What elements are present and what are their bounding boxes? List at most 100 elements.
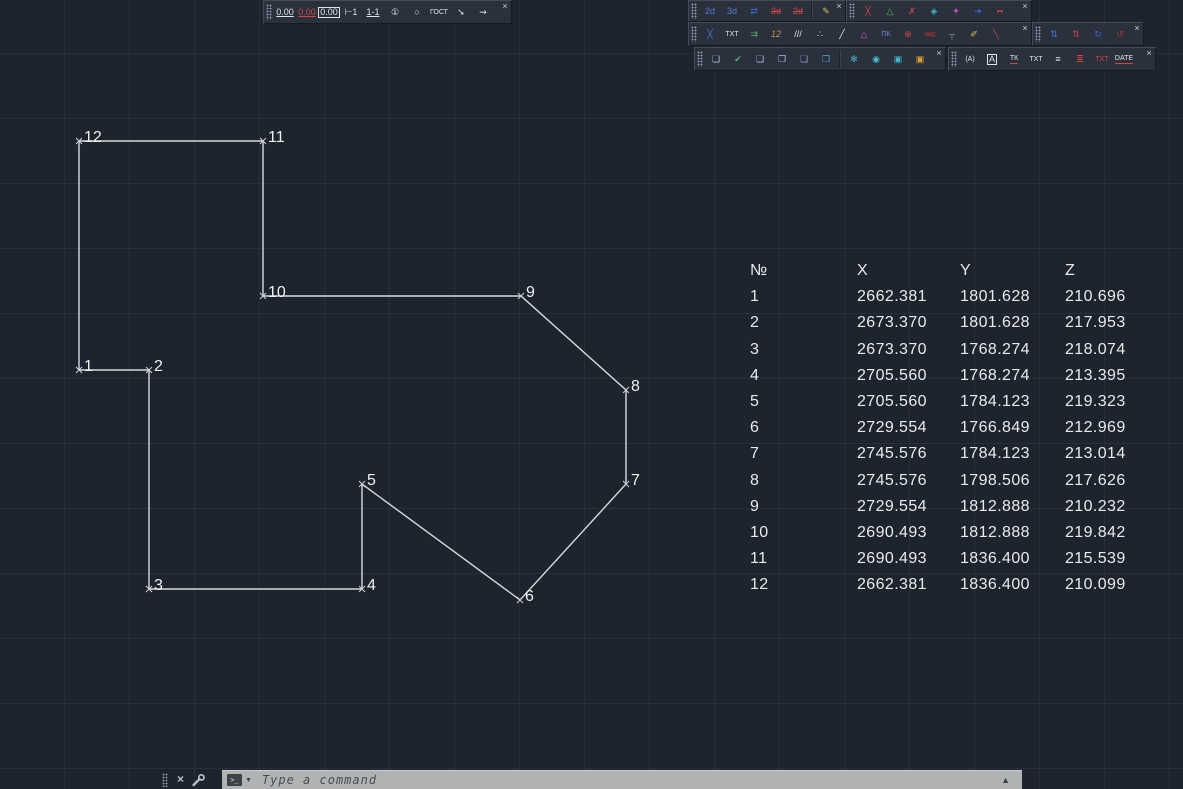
intersection-points-icon[interactable]: ╳ [857,2,879,21]
toolbar-close-icon[interactable]: × [934,48,944,58]
table-cell[interactable]: 213.014 [1065,441,1155,467]
node-number-icon[interactable]: ① [384,3,406,22]
toolbar-grip[interactable] [697,51,703,67]
point-label-icon[interactable]: TXT [721,25,743,44]
points-sequence-icon[interactable]: ➜ [967,2,989,21]
table-cell[interactable]: 2690.493 [857,520,960,546]
toolbar-grip[interactable] [951,51,957,67]
table-cell[interactable]: 2745.576 [857,468,960,494]
layer-walk-icon[interactable]: ❏ [793,50,815,69]
point-cloud-icon[interactable]: ∴ [809,25,831,44]
toolbar-grip[interactable] [1035,26,1041,42]
layer-on-all-icon[interactable]: ✔ [727,50,749,69]
command-prompt-icon[interactable]: >_ [227,774,242,786]
table-cell[interactable]: 217.626 [1065,468,1155,494]
table-cell[interactable]: 1768.274 [960,363,1065,389]
vertex-label[interactable]: 1 [84,358,93,375]
parallel-lines-icon[interactable]: /// [787,25,809,44]
table-cell[interactable]: 7 [750,441,857,467]
table-cell[interactable]: 2673.370 [857,337,960,363]
table-cell[interactable]: 2745.576 [857,441,960,467]
line-slash-icon[interactable]: ╲ [985,25,1007,44]
table-cell[interactable]: 2729.554 [857,415,960,441]
table-cell[interactable]: 1 [750,284,857,310]
table-header-cell[interactable]: № [750,258,857,284]
toolbar-close-icon[interactable]: × [1132,23,1142,33]
table-cell[interactable]: 1766.849 [960,415,1065,441]
table-cell[interactable]: 1768.274 [960,337,1065,363]
table-header-cell[interactable]: X [857,258,960,284]
table-cell[interactable]: 2 [750,310,857,336]
pk-station-icon[interactable]: ПК [875,25,897,44]
vertex-label[interactable]: 6 [525,588,534,605]
convert-2d-icon[interactable]: 2d [699,2,721,21]
layer-freeze-icon[interactable]: ✻ [843,50,865,69]
table-cell[interactable]: 219.323 [1065,389,1155,415]
layer-copy-objects-icon[interactable]: ❐ [771,50,793,69]
vertex-label[interactable]: 12 [84,129,102,146]
drawing-canvas[interactable]: 123456789101112 №XYZ12662.3811801.628210… [0,0,1183,789]
text-table-icon[interactable]: ≣ [1069,50,1091,69]
table-cell[interactable]: 212.969 [1065,415,1155,441]
vertex-label[interactable]: 3 [154,577,163,594]
table-cell[interactable]: 210.099 [1065,572,1155,598]
level-frame-icon[interactable]: 0.00 [318,3,340,22]
table-cell[interactable]: 1801.628 [960,310,1065,336]
vertex-label[interactable]: 9 [526,284,535,301]
table-cell[interactable]: 10 [750,520,857,546]
elevation-arrow-icon[interactable]: 0.00 [296,3,318,22]
table-cell[interactable]: 1812.888 [960,520,1065,546]
triangle-net-icon[interactable]: △ [879,2,901,21]
vertex-label[interactable]: 11 [268,129,285,146]
table-cell[interactable]: 215.539 [1065,546,1155,572]
delete-point-icon[interactable]: ✗ [901,2,923,21]
leader-mark-icon[interactable]: ⊢1 [340,3,362,22]
slope-hatch-icon[interactable]: ⋘ [919,25,941,44]
table-cell[interactable]: 1836.400 [960,572,1065,598]
move-point-icon[interactable]: ◈ [923,2,945,21]
table-cell[interactable]: 219.842 [1065,520,1155,546]
table-cell[interactable]: 2690.493 [857,546,960,572]
layer-set-current-icon[interactable]: ❏ [749,50,771,69]
merge-arrows-icon[interactable]: ⇄ [743,2,765,21]
table-cell[interactable]: 218.074 [1065,337,1155,363]
vertex-marker[interactable] [517,597,523,603]
levels-swap-icon[interactable]: ⇅ [1043,25,1065,44]
toolbar-grip[interactable] [691,3,697,19]
coordinate-table[interactable]: №XYZ12662.3811801.628210.69622673.370180… [750,258,1155,598]
table-cell[interactable]: 11 [750,546,857,572]
vertex-label[interactable]: 4 [367,577,376,594]
layer-match-icon[interactable]: ❐ [815,50,837,69]
table-cell[interactable]: 1798.506 [960,468,1065,494]
table-cell[interactable]: 2729.554 [857,494,960,520]
position-leader-icon[interactable]: ○ [406,3,428,22]
toolbar-close-icon[interactable]: × [1144,48,1154,58]
table-cell[interactable]: 1801.628 [960,284,1065,310]
table-cell[interactable]: 8 [750,468,857,494]
bend-leader-icon[interactable]: ➘ [450,3,472,22]
command-dock-close-icon[interactable]: × [177,770,184,789]
cross-section-icon[interactable]: ╳ [699,25,721,44]
layer-lock-icon[interactable]: ▣ [887,50,909,69]
toolbar-grip[interactable] [266,4,272,20]
table-cell[interactable]: 9 [750,494,857,520]
strike-2d-icon[interactable]: 2d [787,2,809,21]
table-cell[interactable]: 1812.888 [960,494,1065,520]
text-date-icon[interactable]: DATE [1113,50,1135,69]
table-cell[interactable]: 2673.370 [857,310,960,336]
text-boxed-icon[interactable]: A [981,50,1003,69]
vertex-label[interactable]: 10 [268,284,286,301]
toolbar-close-icon[interactable]: × [1020,1,1030,11]
layer-edit-icon[interactable]: ❏ [705,50,727,69]
rotate-ccw-icon[interactable]: ↺ [1109,25,1131,44]
vertex-label[interactable]: 7 [631,472,640,489]
table-cell[interactable]: 2705.560 [857,363,960,389]
table-cell[interactable]: 210.696 [1065,284,1155,310]
toolbar-close-icon[interactable]: × [1020,23,1030,33]
zigzag-leader-icon[interactable]: ⇝ [472,3,494,22]
table-cell[interactable]: 210.232 [1065,494,1155,520]
gost-leader-icon[interactable]: ГОСТ [428,3,450,22]
table-cell[interactable]: 5 [750,389,857,415]
text-tk-icon[interactable]: ТК [1003,50,1025,69]
triangle-label-icon[interactable]: △ [853,25,875,44]
